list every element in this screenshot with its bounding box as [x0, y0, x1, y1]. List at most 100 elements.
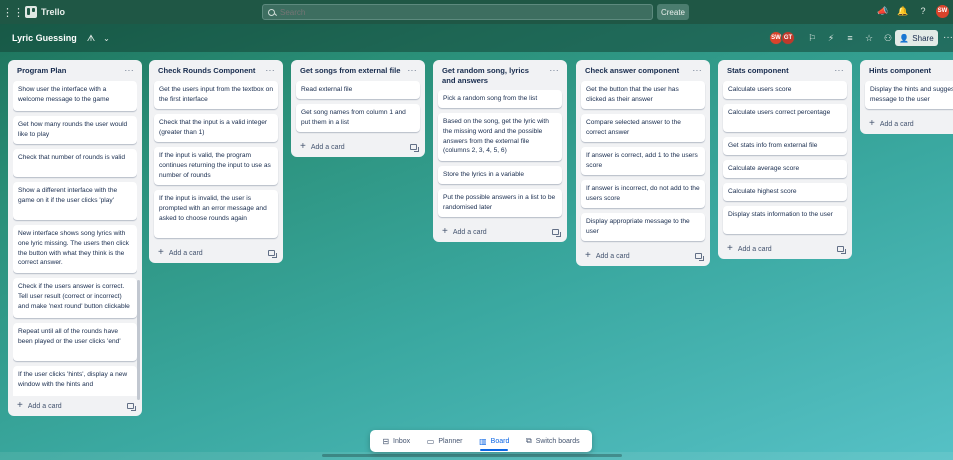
list-get-random-song: Get random song, lyrics and answers ··· … [433, 60, 567, 242]
search-input[interactable] [280, 7, 390, 17]
list-stats-component: Stats component ··· Calculate users scor… [718, 60, 852, 259]
scrollbar-thumb[interactable] [322, 454, 622, 457]
star-icon[interactable]: ☆ [862, 31, 876, 45]
card-template-icon[interactable] [695, 253, 704, 261]
horizontal-scrollbar[interactable] [0, 452, 953, 460]
plus-icon: + [869, 118, 875, 129]
card[interactable]: Show a different interface with the game… [13, 182, 137, 220]
card-template-icon[interactable] [837, 246, 846, 254]
list-menu-icon[interactable]: ··· [550, 66, 560, 75]
search-icon [268, 8, 275, 16]
power-ups-icon[interactable]: ⚐ [805, 31, 819, 45]
card[interactable]: Check if the users answer is correct. Te… [13, 278, 137, 318]
user-avatar[interactable]: SW [936, 4, 949, 18]
card[interactable]: Read external file [296, 81, 420, 99]
add-card-button[interactable]: + Add a card [300, 141, 345, 152]
board-icon: ▥ [479, 436, 487, 446]
list-title[interactable]: Stats component [727, 66, 789, 75]
megaphone-icon[interactable]: 📣 [876, 4, 890, 18]
card[interactable]: Store the lyrics in a variable [438, 166, 562, 184]
card[interactable]: New interface shows song lyrics with one… [13, 225, 137, 273]
nav-inbox[interactable]: ⊟ Inbox [379, 430, 413, 452]
card[interactable]: Display stats information to the user [723, 206, 847, 234]
trello-logo[interactable]: Trello [25, 6, 65, 18]
visibility-icon[interactable]: ⚇ [881, 31, 895, 45]
card[interactable]: Check that the input is a valid integer … [154, 114, 278, 142]
list-menu-icon[interactable]: ··· [693, 66, 703, 75]
list-menu-icon[interactable]: ··· [125, 66, 135, 75]
list-menu-icon[interactable]: ··· [266, 66, 276, 75]
card[interactable]: Based on the song, get the lyric with th… [438, 113, 562, 161]
nav-switch-boards[interactable]: ⧉ Switch boards [523, 430, 583, 452]
plus-icon: + [300, 141, 306, 152]
list-title[interactable]: Get songs from external file [300, 66, 400, 75]
list-title[interactable]: Check Rounds Component [158, 66, 255, 75]
create-button[interactable]: Create [657, 4, 689, 20]
plus-icon: + [585, 250, 591, 261]
card[interactable]: Show user the interface with a welcome m… [13, 81, 137, 111]
card[interactable]: Calculate users correct percentage [723, 104, 847, 132]
nav-planner[interactable]: ▭ Planner [424, 430, 466, 452]
card[interactable]: Get the button that the user has clicked… [581, 81, 705, 109]
card[interactable]: Get the users input from the textbox on … [154, 81, 278, 109]
card-template-icon[interactable] [127, 403, 136, 411]
chevron-down-icon[interactable]: ⌄ [103, 34, 110, 43]
card[interactable]: Check that number of rounds is valid [13, 149, 137, 177]
card[interactable]: Pick a random song from the list [438, 90, 562, 108]
add-card-button[interactable]: + Add a card [869, 118, 914, 129]
board-header: Lyric Guessing ᗑ ⌄ SW GT ⚐ ⚡ ≡ ☆ ⚇ 👤 Sha… [0, 24, 953, 52]
list-menu-icon[interactable]: ··· [408, 66, 418, 75]
card-template-icon[interactable] [552, 229, 561, 237]
list-title[interactable]: Check answer component [585, 66, 679, 75]
member-avatar[interactable]: GT [781, 31, 795, 45]
add-card-button[interactable]: + Add a card [17, 400, 62, 411]
bottom-navigation: ⊟ Inbox ▭ Planner ▥ Board ⧉ Switch board… [370, 430, 592, 452]
card[interactable]: If the input is valid, the program conti… [154, 147, 278, 185]
inbox-icon: ⊟ [382, 436, 390, 446]
card[interactable]: If the user clicks 'hints', display a ne… [13, 366, 137, 396]
list-title[interactable]: Get random song, lyrics and answers [442, 66, 542, 86]
board-menu-icon[interactable]: ··· [943, 32, 953, 43]
app-name: Trello [41, 7, 66, 17]
card[interactable]: Calculate highest score [723, 183, 847, 201]
card[interactable]: Repeat until all of the rounds have been… [13, 323, 137, 361]
card-template-icon[interactable] [268, 250, 277, 258]
plus-icon: + [17, 400, 23, 411]
add-card-button[interactable]: + Add a card [585, 250, 630, 261]
card[interactable]: Put the possible answers in a list to be… [438, 189, 562, 217]
card[interactable]: Display appropriate message to the user [581, 213, 705, 241]
trello-logo-icon [25, 6, 37, 18]
help-icon[interactable]: ? [916, 4, 930, 18]
add-card-button[interactable]: + Add a card [727, 243, 772, 254]
card[interactable]: Display the hints and suggestions messag… [865, 81, 953, 109]
bell-icon[interactable]: 🔔 [896, 4, 910, 18]
board-title[interactable]: Lyric Guessing [12, 33, 77, 43]
share-button[interactable]: 👤 Share [895, 30, 938, 46]
plus-icon: + [727, 243, 733, 254]
list-scrollbar[interactable] [137, 280, 140, 400]
card-template-icon[interactable] [410, 144, 419, 152]
filter-icon[interactable]: ≡ [843, 31, 857, 45]
list-menu-icon[interactable]: ··· [835, 66, 845, 75]
list-title[interactable]: Program Plan [17, 66, 66, 75]
add-card-button[interactable]: + Add a card [158, 248, 203, 258]
automation-icon[interactable]: ⚡ [824, 31, 838, 45]
card[interactable]: Compare selected answer to the correct a… [581, 114, 705, 142]
list-get-songs-from-external-file: Get songs from external file ··· Read ex… [291, 60, 425, 157]
nav-board[interactable]: ▥ Board [476, 430, 512, 452]
card[interactable]: Get stats info from external file [723, 137, 847, 155]
card[interactable]: If answer is correct, add 1 to the users… [581, 147, 705, 175]
card[interactable]: If answer is incorrect, do not add to th… [581, 180, 705, 208]
card[interactable]: If the input is invalid, the user is pro… [154, 190, 278, 238]
board-view-icon[interactable]: ᗑ [87, 33, 95, 44]
card[interactable]: Calculate average score [723, 160, 847, 178]
add-person-icon: 👤 [899, 33, 910, 43]
list-title[interactable]: Hints component [869, 66, 931, 75]
add-card-button[interactable]: + Add a card [442, 227, 487, 237]
card[interactable]: Get how many rounds the user would like … [13, 116, 137, 144]
app-switcher-icon[interactable]: ⋮⋮ [2, 5, 24, 19]
card[interactable]: Get song names from column 1 and put the… [296, 104, 420, 132]
switch-boards-icon: ⧉ [525, 436, 532, 445]
card[interactable]: Calculate users score [723, 81, 847, 99]
search-box[interactable] [262, 4, 653, 20]
